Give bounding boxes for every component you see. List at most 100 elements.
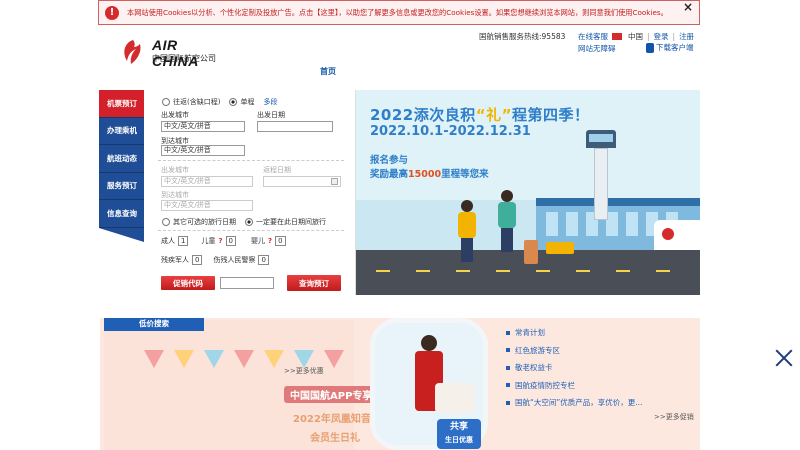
close-icon[interactable]	[773, 347, 795, 369]
more-promos-link[interactable]: >>更多促销	[654, 412, 694, 422]
barrier-free-link[interactable]: 网站无障碍	[578, 43, 616, 54]
list-item[interactable]: 敬老权益卡	[506, 359, 696, 377]
disabled-military-select[interactable]: 0	[192, 255, 203, 265]
sidebar-item-ticket-booking[interactable]: 机票预订	[99, 90, 144, 118]
runway-dash	[456, 270, 470, 272]
list-item-label: 国航疫情防控专栏	[515, 380, 575, 390]
banner-title-highlight: “礼”	[475, 106, 512, 124]
terminal-window	[566, 212, 578, 236]
separator: |	[672, 32, 676, 41]
app-exclusive-title[interactable]: 中国国航APP专享	[284, 386, 379, 403]
air-china-logo[interactable]: AIR CHINA 中国国际航空公司	[118, 37, 228, 69]
nav-home[interactable]: 首页	[320, 66, 336, 77]
banner-title-pre: 2022添次良积	[370, 106, 476, 124]
from-city-2-label: 出发城市	[161, 166, 189, 174]
register-link[interactable]: 注册	[679, 31, 694, 42]
to-city-input[interactable]: 中文/英文/拼音	[161, 145, 245, 156]
warning-icon: !	[105, 5, 119, 20]
sidebar-tail	[99, 227, 144, 242]
calendar-icon[interactable]	[331, 178, 338, 185]
promo-code-input[interactable]	[220, 277, 274, 289]
from-city-input[interactable]: 中文/英文/拼音	[161, 121, 245, 132]
roundtrip-radio[interactable]	[162, 98, 170, 106]
help-icon[interactable]: ?	[218, 237, 222, 245]
download-app-link[interactable]: 下载客户端	[646, 42, 694, 53]
list-item[interactable]: 国航疫情防控专栏	[506, 377, 696, 395]
return-date-input[interactable]	[263, 176, 341, 187]
more-deals-link[interactable]: >>更多优惠	[284, 366, 324, 376]
oneway-radio[interactable]	[229, 98, 238, 106]
birthday-cake-icon	[435, 383, 475, 413]
traveler-body	[458, 212, 476, 238]
close-icon[interactable]: ×	[683, 0, 693, 14]
traveler-legs	[461, 238, 473, 262]
bunting-flag	[144, 350, 164, 368]
adult-label: 成人	[161, 237, 175, 245]
banner-title: 2022添次良积“礼”程第四季！	[370, 104, 589, 125]
language-select[interactable]: 中国	[628, 31, 643, 42]
help-icon[interactable]: ?	[268, 237, 272, 245]
banner-line2-number: 15000	[408, 169, 442, 180]
banner-line1: 报名参与	[370, 155, 409, 166]
list-item[interactable]: 红色旅游专区	[506, 342, 696, 360]
traveler-1-illustration	[456, 200, 478, 262]
low-price-search-title[interactable]: 低价搜索	[104, 318, 204, 331]
sidebar-item-service-booking[interactable]: 服务预订	[99, 172, 144, 200]
login-link[interactable]: 登录	[654, 31, 669, 42]
sidebar-item-flight-status[interactable]: 航班动态	[99, 145, 144, 173]
runway-dash	[576, 270, 590, 272]
infant-select[interactable]: 0	[275, 236, 286, 246]
promo-news-list: 常青计划 红色旅游专区 敬老权益卡 国航疫情防控专栏 国航“大空间”优质产品，享…	[506, 324, 696, 412]
trip-type: 往返(含缺口程) 单程 多段	[162, 97, 277, 107]
booking-panel: 往返(含缺口程) 单程 多段 出发城市 出发日期 中文/英文/拼音 到达城市 中…	[144, 90, 356, 295]
fixed-dates-label: 一定要在此日期间旅行	[256, 218, 326, 226]
tower-shaft	[594, 148, 608, 220]
divider	[158, 230, 344, 231]
bullet-icon	[506, 400, 510, 405]
banner-title-post: 程第四季！	[511, 106, 590, 124]
sidebar-item-check-in[interactable]: 办理乘机	[99, 117, 144, 145]
control-tower-illustration	[586, 130, 616, 220]
sidebar-item-info-query[interactable]: 信息查询	[99, 200, 144, 228]
logo-text-cn: 中国国际航空公司	[152, 54, 216, 63]
from-city-2-input[interactable]: 中文/英文/拼音	[161, 176, 253, 187]
from-city-label: 出发城市	[161, 111, 189, 119]
sidebar: 机票预订 办理乘机 航班动态 服务预订 信息查询	[99, 90, 144, 242]
app-promo-phone[interactable]: 共享 生日优惠	[370, 318, 488, 450]
hotline: 国航销售服务热线:95583	[479, 32, 566, 41]
banner-line2: 奖励最高15000里程等您来	[370, 168, 489, 182]
badge-line2: 生日优惠	[445, 436, 473, 444]
search-booking-button[interactable]: 查询预订	[287, 275, 341, 291]
promo-code-label: 促销代码	[161, 276, 215, 290]
disabled-military-label: 残疾军人	[161, 256, 189, 264]
bullet-icon	[506, 348, 510, 353]
online-service-link[interactable]: 在线客服	[578, 31, 608, 42]
terminal-window	[626, 212, 638, 236]
depart-date-input[interactable]	[257, 121, 333, 132]
fixed-dates-radio[interactable]	[245, 218, 253, 226]
to-city-2-input[interactable]: 中文/英文/拼音	[161, 200, 253, 211]
runway-dash	[536, 270, 550, 272]
bullet-icon	[506, 383, 510, 388]
traveler-head	[501, 190, 513, 202]
runway-dash	[416, 270, 430, 272]
bunting-flag	[234, 350, 254, 368]
list-item-label: 红色旅游专区	[515, 345, 560, 355]
disabled-police-select[interactable]: 0	[258, 255, 269, 265]
luggage-cart-icon	[546, 242, 574, 254]
flex-dates-radio[interactable]	[162, 218, 170, 226]
bullet-icon	[506, 365, 510, 370]
child-label: 儿童	[201, 237, 216, 245]
promo-banner[interactable]: 2022添次良积“礼”程第四季！ 2022.10.1-2022.12.31 报名…	[356, 90, 700, 295]
child-select[interactable]: 0	[225, 236, 236, 246]
bullet-icon	[506, 330, 510, 335]
list-item[interactable]: 国航“大空间”优质产品，享优价，更...	[506, 394, 696, 412]
list-item-label: 敬老权益卡	[515, 363, 553, 373]
tower-window	[589, 134, 613, 142]
adult-select[interactable]: 1	[178, 236, 189, 246]
list-item-label: 国航“大空间”优质产品，享优价，更...	[515, 398, 643, 408]
bunting-flag	[324, 350, 344, 368]
flex-dates-label: 其它可选的旅行日期	[173, 218, 236, 226]
list-item[interactable]: 常青计划	[506, 324, 696, 342]
multi-segment-link[interactable]: 多段	[263, 97, 277, 107]
